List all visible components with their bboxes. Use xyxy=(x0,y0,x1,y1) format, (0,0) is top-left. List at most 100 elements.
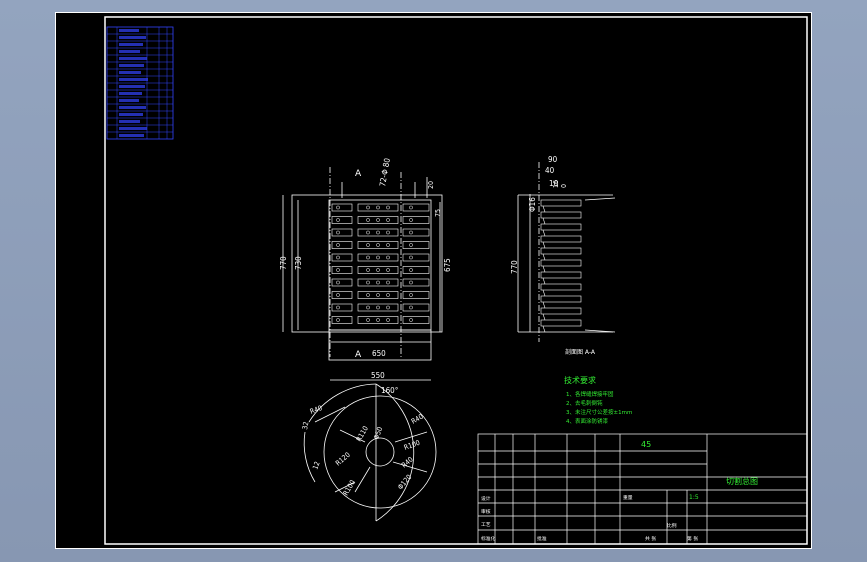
title-block-label: 重量 xyxy=(623,494,633,501)
front-slot-hole xyxy=(366,280,370,285)
front-slot-hole xyxy=(366,243,370,247)
front-slot-hole xyxy=(409,318,413,322)
front-slot-hole xyxy=(376,205,380,210)
side-dim-dia: Φ16 xyxy=(528,197,537,212)
front-slot-hole xyxy=(376,268,380,272)
top-dim-32: 32 xyxy=(301,421,310,430)
parts-list-entry xyxy=(119,78,148,81)
side-slot-leg xyxy=(542,205,546,213)
title-block-labels: 设计审核工艺标准化 批准 重量比例共 张 第 张 xyxy=(481,494,698,542)
front-slot-hole xyxy=(336,205,340,210)
title-block-label: 审核 xyxy=(481,508,491,515)
top-view xyxy=(303,379,437,522)
front-slot xyxy=(357,241,399,249)
title-block-label: 工艺 xyxy=(481,522,491,528)
parts-list-entry xyxy=(119,120,140,123)
front-slot-hole xyxy=(336,293,340,297)
side-slot xyxy=(540,259,582,267)
front-slot xyxy=(357,291,399,299)
front-slot xyxy=(357,203,399,212)
side-slot-leg xyxy=(542,253,546,261)
parts-list-entry xyxy=(119,36,146,39)
front-slot-hole xyxy=(386,280,390,285)
front-dim-height-outer: 770 xyxy=(279,256,288,270)
front-slot xyxy=(402,216,430,224)
top-dim-12: 12 xyxy=(311,460,321,470)
title-block-label: 比例 xyxy=(667,522,677,529)
top-dim-r100-lower: R100 xyxy=(342,479,357,497)
tech-requirement-item: 2、去毛刺倒钝 xyxy=(566,399,603,407)
front-dim-height-inner: 730 xyxy=(294,256,303,270)
title-block-label: 第 张 xyxy=(687,535,698,542)
front-slot xyxy=(331,253,353,262)
front-slot xyxy=(331,203,353,212)
side-slot-leg xyxy=(542,313,546,321)
top-dim-r100-right: R100 xyxy=(403,439,421,452)
parts-list-entry xyxy=(119,29,139,32)
side-slot xyxy=(540,199,582,207)
front-dim-width: 650 xyxy=(372,349,386,358)
side-dim-zero: 0 xyxy=(560,184,568,188)
front-slot-hole xyxy=(336,280,340,285)
side-slot-leg xyxy=(542,301,546,309)
front-slot xyxy=(331,216,353,224)
front-slot xyxy=(331,316,353,324)
front-slot xyxy=(357,316,399,324)
front-slot-hole xyxy=(366,230,370,235)
front-slot-hole xyxy=(336,230,340,235)
front-slot xyxy=(331,228,353,237)
side-slot-leg xyxy=(542,289,546,297)
title-block-label: 设计 xyxy=(481,495,491,502)
front-slot xyxy=(357,216,399,224)
front-slot xyxy=(331,303,353,312)
front-slot xyxy=(402,278,430,287)
parts-list-entry xyxy=(119,85,145,88)
front-slot-hole xyxy=(386,268,390,272)
front-slot xyxy=(357,228,399,237)
top-dim-r120: R120 xyxy=(334,451,352,468)
front-slot-hole xyxy=(366,305,370,310)
front-slot-hole xyxy=(366,218,370,222)
drawing-canvas: A A 72-Φ 80 770 730 650 675 20 75 90 40 xyxy=(55,12,812,549)
parts-list-entry xyxy=(119,92,142,95)
front-slot xyxy=(331,266,353,274)
front-slot-hole xyxy=(376,255,380,260)
side-dim-a: 40 xyxy=(545,166,555,175)
front-slot xyxy=(402,266,430,274)
front-slot-hole xyxy=(366,205,370,210)
front-slot-hole xyxy=(376,305,380,310)
tech-requirements-title: 技术要求 xyxy=(564,375,596,385)
front-slot-hole xyxy=(376,243,380,247)
front-slot-hole xyxy=(386,205,390,210)
side-slot-leg xyxy=(542,241,546,249)
top-dim-r40-left: R40 xyxy=(309,404,323,416)
side-view xyxy=(517,162,616,342)
front-view xyxy=(282,167,443,361)
front-slot-hole xyxy=(336,243,340,247)
cad-drawing: A A 72-Φ 80 770 730 650 675 20 75 90 40 xyxy=(55,12,812,549)
front-slot-hole xyxy=(376,293,380,297)
front-dim-right-height: 675 xyxy=(443,258,452,272)
side-slot-leg xyxy=(542,217,546,225)
front-section-mark-bottom: A xyxy=(355,350,362,360)
parts-list-entry xyxy=(119,50,140,53)
front-slot xyxy=(402,241,430,249)
top-dim-r40-right: R40 xyxy=(410,413,425,426)
title-block-material: 45 xyxy=(641,440,651,449)
sheet-inner-border xyxy=(104,16,808,545)
side-slot-leg xyxy=(542,277,546,285)
front-slot xyxy=(402,291,430,299)
parts-list-entry xyxy=(119,106,146,109)
tech-requirement-item: 3、未注尺寸公差按±1mm xyxy=(566,408,632,416)
front-slot-hole xyxy=(376,318,380,322)
parts-list-entry xyxy=(119,43,143,46)
parts-list-table xyxy=(106,26,174,140)
front-slot-hole xyxy=(409,218,413,222)
side-slot xyxy=(540,283,582,291)
top-dim-width: 550 xyxy=(371,371,385,380)
front-slot xyxy=(402,316,430,324)
front-slot-hole xyxy=(386,293,390,297)
front-slot-hole xyxy=(409,280,413,285)
tech-requirement-item: 4、表面涂防锈漆 xyxy=(566,417,608,425)
front-slot-hole xyxy=(409,255,413,260)
